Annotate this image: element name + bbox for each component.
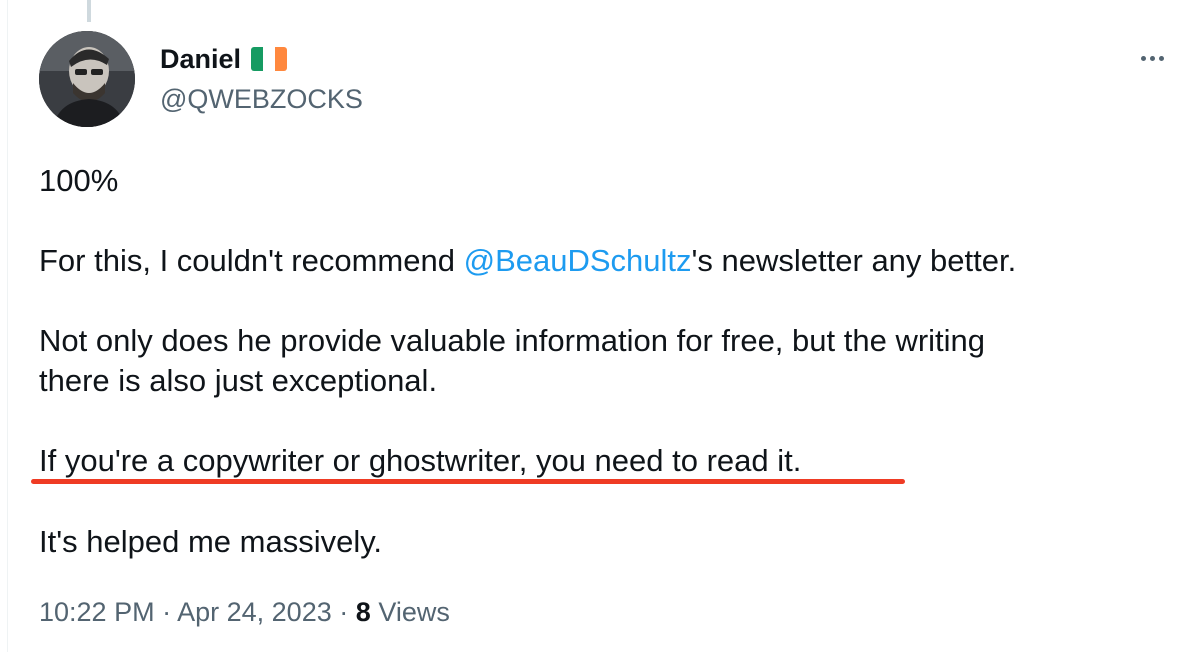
tweet-metadata: 10:22 PM · Apr 24, 2023 · 8 Views xyxy=(39,594,450,630)
author-handle[interactable]: @QWEBZOCKS xyxy=(160,82,363,116)
tweet-date: Apr 24, 2023 xyxy=(177,597,332,627)
tweet-text-line: 100% xyxy=(39,163,119,198)
views-count: 8 xyxy=(355,597,371,627)
thread-connector-line xyxy=(87,0,91,22)
separator-dot: · xyxy=(339,597,349,627)
avatar-photo xyxy=(39,31,135,127)
tweet-time: 10:22 PM xyxy=(39,597,155,627)
mention-link[interactable]: @BeauDSchultz xyxy=(464,243,692,278)
views-link[interactable]: 8 Views xyxy=(356,597,450,627)
tweet-timestamp-link[interactable]: 10:22 PM · Apr 24, 2023 xyxy=(39,597,332,627)
views-label: Views xyxy=(378,597,450,627)
tweet-text-line: Not only does he provide valuable inform… xyxy=(39,323,986,358)
avatar[interactable] xyxy=(39,31,135,127)
author-display-name[interactable]: Daniel xyxy=(160,42,241,76)
ireland-flag-icon xyxy=(251,47,288,71)
separator-dot: · xyxy=(162,597,172,627)
author-name-row[interactable]: Daniel xyxy=(160,42,288,76)
red-underline-annotation xyxy=(31,479,905,484)
more-horizontal-icon xyxy=(1140,55,1146,61)
timeline-border xyxy=(0,0,8,652)
tweet-text-line: It's helped me massively. xyxy=(39,524,383,559)
tweet-text-line: For this, I couldn't recommend @BeauDSch… xyxy=(39,243,1017,278)
tweet-text-line: there is also just exceptional. xyxy=(39,363,438,398)
more-options-button[interactable] xyxy=(1132,44,1172,72)
tweet-text-line-highlighted: If you're a copywriter or ghostwriter, y… xyxy=(39,443,802,478)
